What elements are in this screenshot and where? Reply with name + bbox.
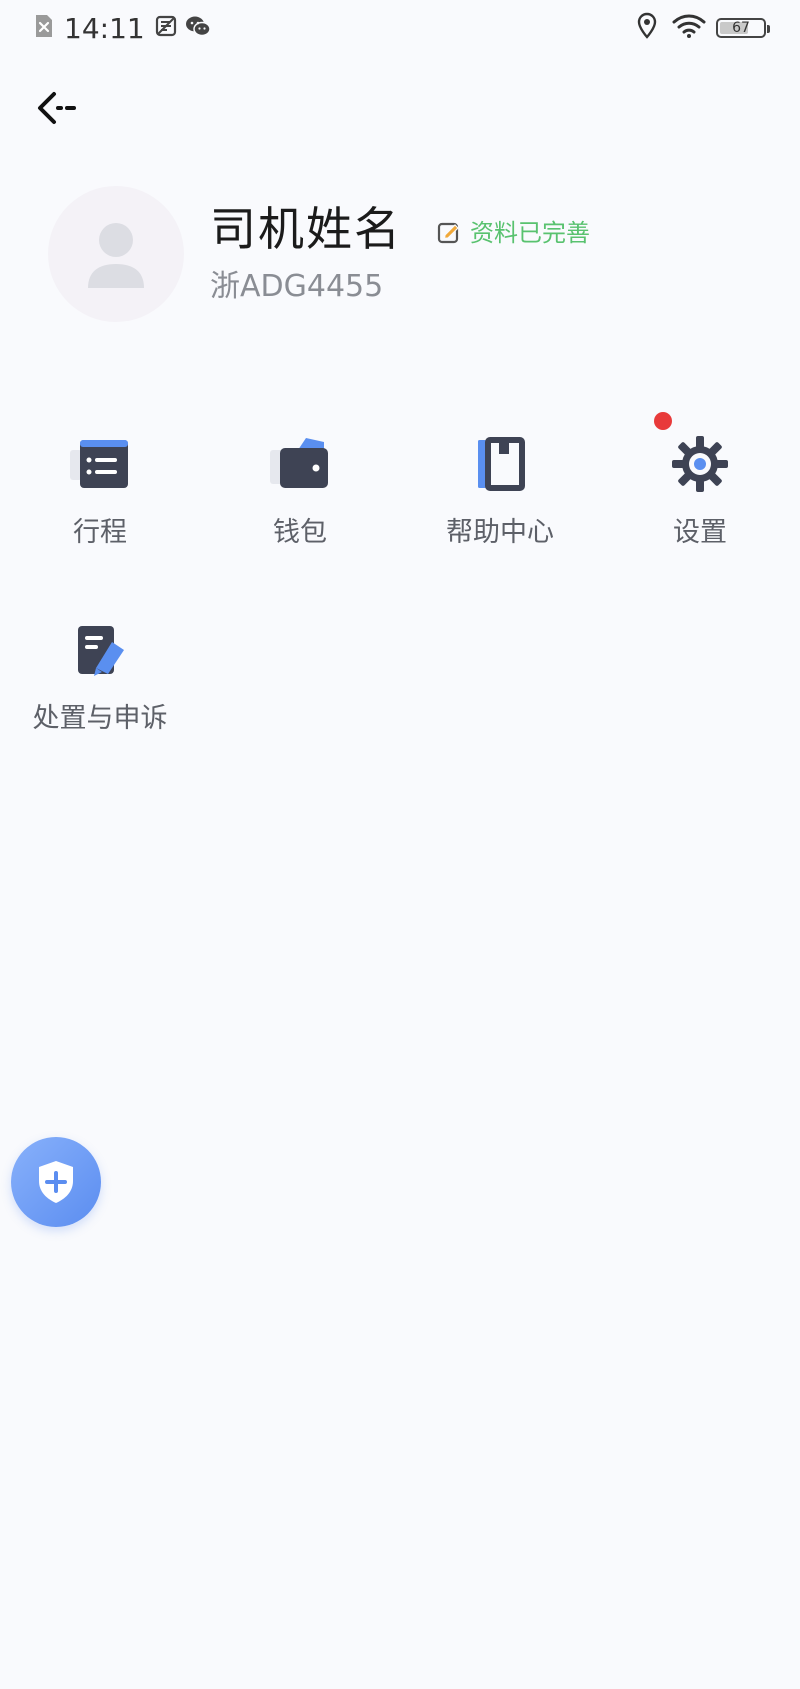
location-icon — [636, 12, 658, 44]
back-button[interactable] — [28, 80, 84, 136]
edit-note-icon — [437, 222, 459, 244]
settings-notification-badge — [654, 412, 672, 430]
menu-item-appeal[interactable]: 处置与申诉 — [0, 618, 200, 738]
driver-name: 司机姓名 — [210, 202, 402, 256]
profile-complete-badge[interactable]: 资料已完善 — [436, 220, 590, 246]
status-bar-left: 14:11 — [34, 10, 211, 46]
status-bar-right: 67 — [636, 12, 770, 44]
trip-list-icon — [68, 432, 132, 496]
menu-item-settings[interactable]: 设置 — [600, 412, 800, 552]
license-plate: 浙ADG4455 — [210, 269, 384, 304]
menu-item-help-center[interactable]: 帮助中心 — [400, 432, 600, 552]
shield-plus-icon — [39, 1161, 73, 1203]
menu-item-trips[interactable]: 行程 — [0, 432, 200, 552]
avatar-placeholder-icon — [88, 223, 144, 288]
weibo-icon — [155, 15, 177, 41]
menu-label-trips: 行程 — [73, 517, 127, 548]
safety-center-button[interactable] — [11, 1137, 101, 1227]
menu-label-appeal: 处置与申诉 — [32, 703, 168, 734]
profile-status-text: 资料已完善 — [470, 219, 590, 247]
battery-icon: 67 — [716, 18, 770, 38]
menu-label-wallet: 钱包 — [273, 517, 327, 548]
wallet-icon — [268, 432, 332, 496]
menu-label-settings: 设置 — [673, 517, 727, 548]
profile-header: 司机姓名 资料已完善 浙ADG4455 — [48, 186, 748, 326]
wechat-icon — [185, 15, 211, 41]
status-bar: 14:11 67 — [0, 0, 800, 56]
back-arrow-icon — [38, 92, 76, 124]
avatar[interactable] — [48, 186, 184, 322]
gear-icon — [668, 432, 732, 496]
wifi-icon — [672, 13, 706, 43]
sim-missing-icon — [34, 13, 54, 43]
help-book-icon — [468, 432, 532, 496]
menu-label-help-center: 帮助中心 — [446, 517, 554, 548]
appeal-document-icon — [68, 618, 132, 682]
status-time: 14:11 — [64, 11, 145, 45]
battery-level: 67 — [732, 20, 750, 36]
menu-item-wallet[interactable]: 钱包 — [200, 432, 400, 552]
